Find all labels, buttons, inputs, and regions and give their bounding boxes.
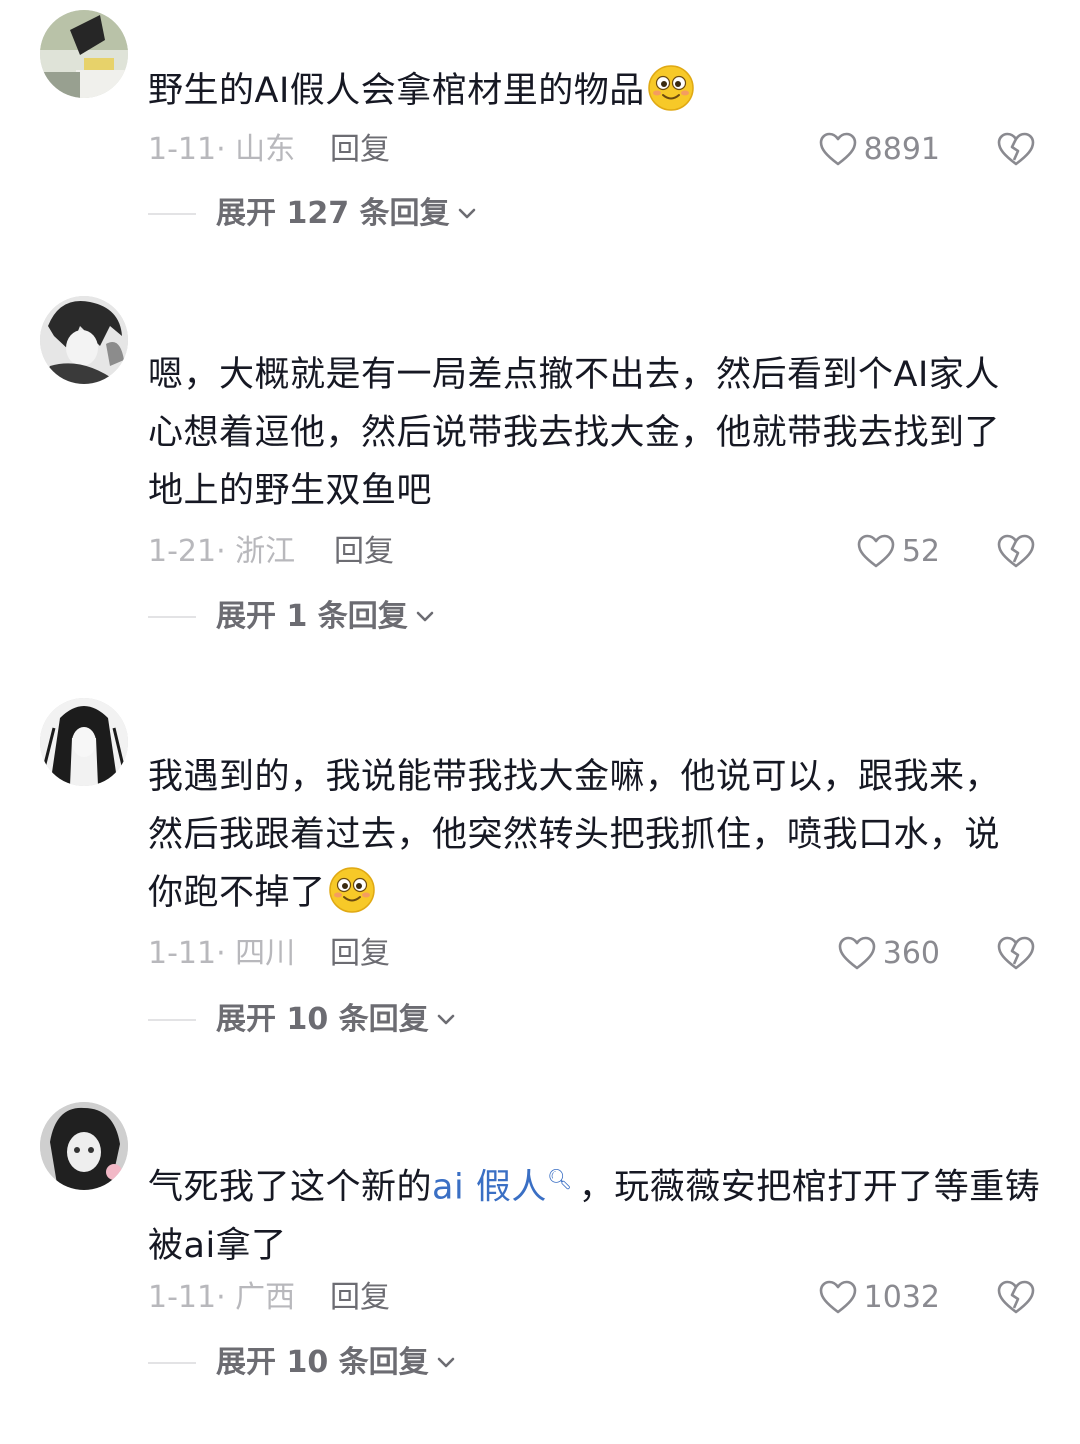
comment-text: 野生的AI假人会拿棺材里的物品 bbox=[148, 62, 1048, 120]
dislike-button[interactable] bbox=[996, 130, 1036, 181]
search-link[interactable]: ai 假人 bbox=[432, 1168, 547, 1208]
expand-replies-label: 展开 10 条回复 bbox=[216, 1345, 429, 1380]
chevron-down-icon bbox=[435, 1009, 457, 1031]
like-button[interactable]: 360 bbox=[837, 934, 940, 974]
like-button[interactable]: 1032 bbox=[818, 1278, 940, 1318]
smiley-emoji-icon bbox=[328, 866, 376, 914]
like-button[interactable]: 52 bbox=[856, 532, 940, 572]
comment-text: 嗯，大概就是有一局差点撤不出去，然后看到个AI家人 心想着逗他，然后说带我去找大… bbox=[148, 355, 1001, 511]
comment-text: 我遇到的，我说能带我找大金嘛，他说可以，跟我来， 然后我跟着过去，他突然转头把我… bbox=[148, 757, 1001, 914]
smiley-emoji-icon bbox=[647, 64, 695, 112]
reply-button[interactable]: 回复 bbox=[330, 1278, 390, 1318]
reply-button[interactable]: 回复 bbox=[330, 130, 390, 170]
search-icon[interactable]: 🔍︎ bbox=[547, 1167, 573, 1191]
divider bbox=[148, 616, 196, 618]
chevron-down-icon bbox=[435, 1352, 457, 1374]
expand-replies-button[interactable]: 展开 10 条回复 bbox=[148, 1000, 457, 1040]
comment-date-location: 1-11· 四川 bbox=[148, 936, 296, 971]
expand-replies-label: 展开 1 条回复 bbox=[216, 599, 408, 634]
heart-icon bbox=[818, 1278, 858, 1318]
comment-date-location: 1-11· 广西 bbox=[148, 1280, 296, 1315]
reply-button[interactable]: 回复 bbox=[330, 934, 390, 974]
comment-text: 气死我了这个新的ai 假人🔍︎ ，玩薇薇安把棺打开了等重铸 被ai拿了 bbox=[148, 1167, 1041, 1266]
like-count: 52 bbox=[901, 534, 940, 569]
like-count: 1032 bbox=[863, 1280, 940, 1315]
reply-button[interactable]: 回复 bbox=[334, 532, 394, 572]
heart-icon bbox=[818, 130, 858, 170]
divider bbox=[148, 1362, 196, 1364]
broken-heart-icon bbox=[996, 130, 1036, 170]
expand-replies-button[interactable]: 展开 1 条回复 bbox=[148, 597, 436, 637]
dislike-button[interactable] bbox=[996, 1278, 1036, 1329]
broken-heart-icon bbox=[996, 532, 1036, 572]
avatar[interactable] bbox=[40, 296, 128, 384]
expand-replies-label: 展开 127 条回复 bbox=[216, 196, 450, 231]
expand-replies-button[interactable]: 展开 127 条回复 bbox=[148, 194, 478, 234]
avatar[interactable] bbox=[40, 1102, 128, 1190]
like-count: 8891 bbox=[863, 132, 940, 167]
like-count: 360 bbox=[882, 936, 940, 971]
comment-date-location: 1-11· 山东 bbox=[148, 132, 296, 167]
heart-icon bbox=[837, 934, 877, 974]
expand-replies-label: 展开 10 条回复 bbox=[216, 1002, 429, 1037]
dislike-button[interactable] bbox=[996, 532, 1036, 583]
divider bbox=[148, 1019, 196, 1021]
avatar[interactable] bbox=[40, 10, 128, 98]
chevron-down-icon bbox=[414, 606, 436, 628]
avatar[interactable] bbox=[40, 698, 128, 786]
dislike-button[interactable] bbox=[996, 934, 1036, 985]
expand-replies-button[interactable]: 展开 10 条回复 bbox=[148, 1343, 457, 1383]
like-button[interactable]: 8891 bbox=[818, 130, 940, 170]
chevron-down-icon bbox=[456, 203, 478, 225]
broken-heart-icon bbox=[996, 934, 1036, 974]
broken-heart-icon bbox=[996, 1278, 1036, 1318]
divider bbox=[148, 213, 196, 215]
heart-icon bbox=[856, 532, 896, 572]
comment-date-location: 1-21· 浙江 bbox=[148, 534, 296, 569]
